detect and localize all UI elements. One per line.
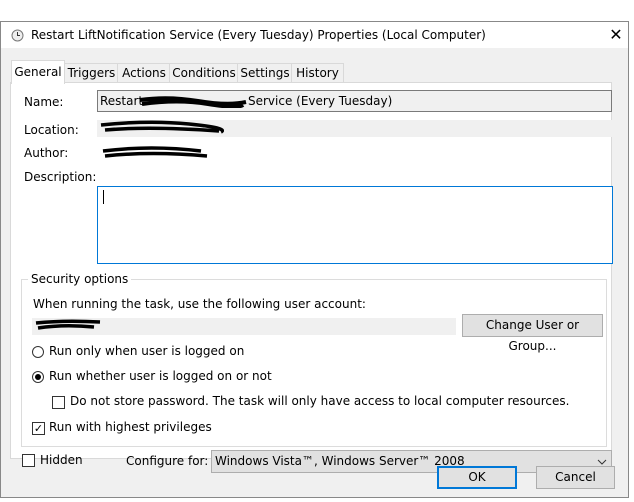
account-prompt: When running the task, use the following… xyxy=(33,297,366,311)
location-label: Location: xyxy=(24,123,79,137)
highest-privileges-label: Run with highest privileges xyxy=(49,420,212,434)
name-prefix: Restart xyxy=(100,94,144,108)
tab-history[interactable]: History xyxy=(291,63,344,83)
redaction-scribble xyxy=(100,120,224,134)
window-title: Restart LiftNotification Service (Every … xyxy=(31,28,486,42)
radio-run-only-logged-on[interactable] xyxy=(32,346,44,358)
text-cursor xyxy=(103,190,104,204)
name-field[interactable]: Restart Service (Every Tuesday) xyxy=(97,90,612,112)
description-label: Description: xyxy=(24,170,97,184)
description-input[interactable] xyxy=(97,186,613,264)
run-only-logged-on-label: Run only when user is logged on xyxy=(49,344,245,358)
configure-for-value: Windows Vista™, Windows Server™ 2008 xyxy=(215,454,465,468)
tab-general[interactable]: General xyxy=(11,60,65,84)
chevron-down-icon xyxy=(597,459,607,465)
location-value xyxy=(97,120,612,137)
name-suffix: Service (Every Tuesday) xyxy=(248,94,393,108)
close-button[interactable]: ✕ xyxy=(604,23,628,47)
redaction-scribble xyxy=(102,146,208,158)
tab-triggers[interactable]: Triggers xyxy=(64,63,119,83)
name-label: Name: xyxy=(24,95,64,109)
tab-settings[interactable]: Settings xyxy=(237,63,293,83)
highest-privileges-checkbox[interactable]: ✓ xyxy=(32,422,45,435)
redaction-scribble xyxy=(35,319,101,330)
general-tab-panel: Name: Restart Service (Every Tuesday) Lo… xyxy=(10,82,613,473)
redaction-scribble xyxy=(139,96,247,108)
run-whether-logged-on-label: Run whether user is logged on or not xyxy=(49,369,272,383)
hidden-checkbox[interactable] xyxy=(22,454,35,467)
title-bar: Restart LiftNotification Service (Every … xyxy=(1,22,628,48)
clock-icon xyxy=(11,29,24,42)
configure-for-label: Configure for: xyxy=(126,454,209,468)
change-user-or-group-button[interactable]: Change User or Group... xyxy=(462,314,603,353)
hidden-label: Hidden xyxy=(40,453,83,467)
tab-conditions[interactable]: Conditions xyxy=(169,63,239,83)
cancel-button[interactable]: Cancel xyxy=(536,466,615,489)
user-account-value xyxy=(32,318,456,335)
author-label: Author: xyxy=(24,146,69,160)
do-not-store-password-checkbox[interactable] xyxy=(52,396,65,409)
security-options-group: Security options When running the task, … xyxy=(21,272,607,447)
ok-button[interactable]: OK xyxy=(437,466,517,489)
task-properties-dialog: Restart LiftNotification Service (Every … xyxy=(0,21,629,498)
radio-run-whether-logged-on[interactable] xyxy=(32,371,44,383)
tab-actions[interactable]: Actions xyxy=(117,63,171,83)
security-options-legend: Security options xyxy=(28,272,132,286)
do-not-store-password-label: Do not store password. The task will onl… xyxy=(70,394,570,408)
